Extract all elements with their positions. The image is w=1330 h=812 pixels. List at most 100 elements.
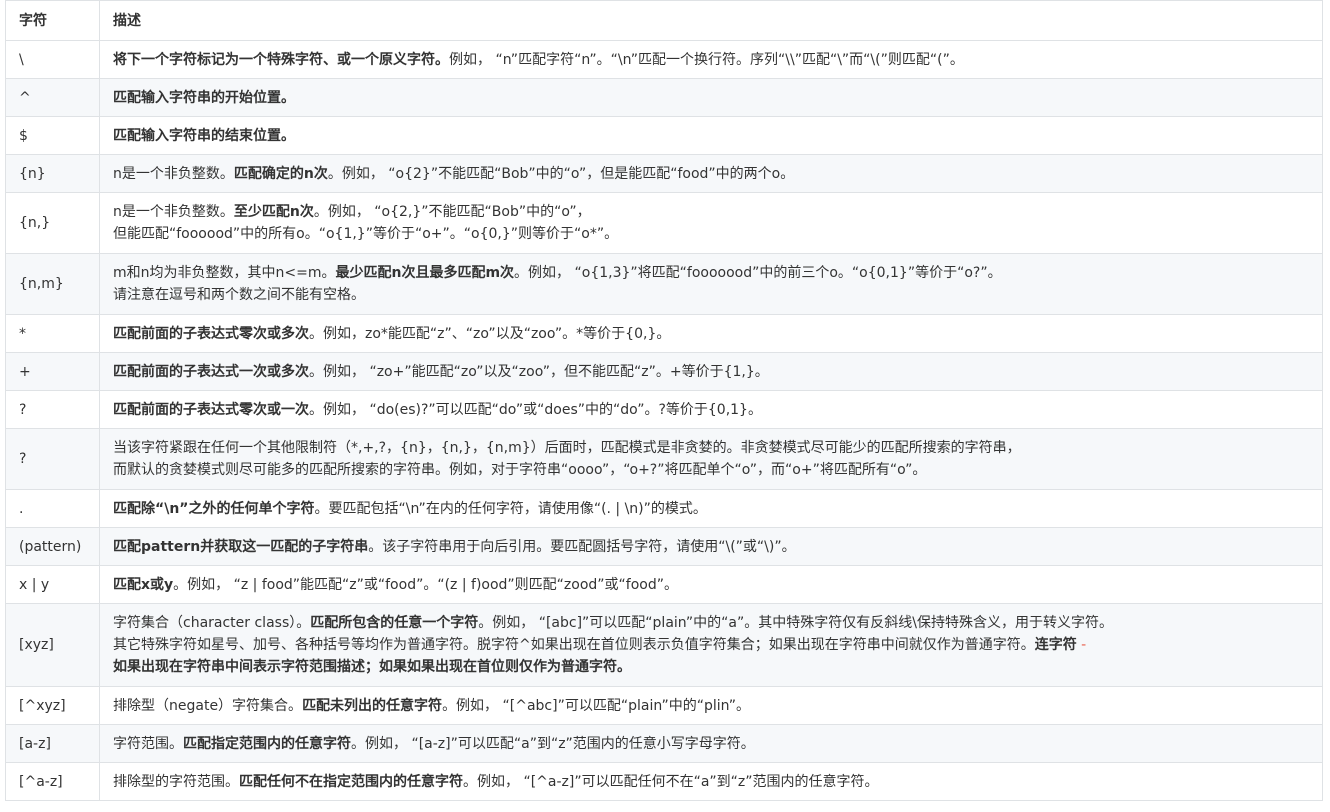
text-segment: 例如， “n”匹配字符“n”。“\n”匹配一个换行符。序列“\\”匹配“\”而“… (449, 51, 964, 68)
row-symbol: . (5, 489, 100, 528)
table-row: * 匹配前面的子表达式零次或多次。例如，zo*能匹配“z”、“zo”以及“zoo”… (5, 314, 1323, 353)
table-row: ? 当该字符紧跟在任何一个其他限制符（*,+,?，{n}，{n,}，{n,m}）后… (5, 428, 1323, 490)
description-line: 排除型的字符范围。匹配任何不在指定范围内的任意字符。例如， “[^a-z]”可以… (113, 771, 1322, 793)
row-description: 字符范围。匹配指定范围内的任意字符。例如， “[a-z]”可以匹配“a”到“z”… (99, 724, 1323, 763)
table-row: . 匹配除“\n”之外的任何单个字符。要匹配包括“\n”在内的任何字符，请使用像“… (5, 489, 1323, 528)
text-segment: 而默认的贪婪模式则尽可能多的匹配所搜索的字符串。例如，对于字符串“oooo”，“… (113, 462, 927, 478)
table-row: $ 匹配输入字符串的结束位置。 (5, 116, 1323, 155)
description-line: 而默认的贪婪模式则尽可能多的匹配所搜索的字符串。例如，对于字符串“oooo”，“… (113, 459, 1322, 481)
text-segment: 。例如， “o{2,}”不能匹配“Bob”中的“o”， (313, 204, 591, 220)
row-description: 排除型的字符范围。匹配任何不在指定范围内的任意字符。例如， “[^a-z]”可以… (99, 762, 1323, 801)
description-line: n是一个非负整数。匹配确定的n次。例如， “o{2}”不能匹配“Bob”中的“o… (113, 163, 1322, 185)
text-segment: 。例如， “[a-z]”可以匹配“a”到“z”范围内的任意小写字母字符。 (351, 735, 755, 752)
description-line: 字符范围。匹配指定范围内的任意字符。例如， “[a-z]”可以匹配“a”到“z”… (113, 733, 1322, 755)
row-symbol: $ (5, 116, 100, 155)
table-row: [xyz] 字符集合（character class）。匹配所包含的任意一个字符。… (5, 603, 1323, 687)
bold-text: 如果出现在字符串中间表示字符范围描述；如果如果出现在首位则仅作为普通字符。 (113, 659, 631, 675)
description-line: 匹配x或y。例如， “z | food”能匹配“z”或“food”。“(z | … (113, 574, 1322, 596)
description-line: n是一个非负整数。至少匹配n次。例如， “o{2,}”不能匹配“Bob”中的“o… (113, 201, 1322, 223)
table-row: {n} n是一个非负整数。匹配确定的n次。例如， “o{2}”不能匹配“Bob”中… (5, 154, 1323, 193)
text-segment: 。例如，zo*能匹配“z”、“zo”以及“zoo”。*等价于{0,}。 (309, 325, 671, 342)
header-char: 字符 (5, 0, 100, 41)
description-line: 匹配输入字符串的开始位置。 (113, 87, 1322, 109)
bold-text: 匹配前面的子表达式一次或多次 (113, 363, 309, 380)
regex-reference-table: 字符 描述 \ 将下一个字符标记为一个特殊字符、或一个原义字符。例如， “n”匹配… (5, 0, 1323, 801)
text-segment: 排除型（negate）字符集合。 (113, 697, 303, 714)
row-symbol: ^ (5, 78, 100, 117)
table-row: [^xyz] 排除型（negate）字符集合。匹配未列出的任意字符。例如， “[^… (5, 686, 1323, 725)
row-description: 匹配前面的子表达式零次或一次。例如， “do(es)?”可以匹配“do”或“do… (99, 390, 1323, 429)
bold-text: 匹配所包含的任意一个字符 (310, 615, 479, 631)
text-segment: 。要匹配包括“\n”在内的任何字符，请使用像“(. | \n)”的模式。 (314, 500, 707, 517)
bold-text: 匹配未列出的任意字符 (302, 697, 443, 714)
row-description: n是一个非负整数。匹配确定的n次。例如， “o{2}”不能匹配“Bob”中的“o… (99, 154, 1323, 193)
row-description: 将下一个字符标记为一个特殊字符、或一个原义字符。例如， “n”匹配字符“n”。“… (99, 40, 1323, 79)
table-row: ^ 匹配输入字符串的开始位置。 (5, 78, 1323, 117)
text-segment: - (1076, 637, 1087, 653)
table-row: [^a-z] 排除型的字符范围。匹配任何不在指定范围内的任意字符。例如， “[^a… (5, 762, 1323, 801)
row-symbol: (pattern) (5, 527, 100, 566)
text-segment: n是一个非负整数。 (113, 165, 234, 182)
text-segment: 。例如， “zo+”能匹配“zo”以及“zoo”，但不能匹配“z”。+等价于{1… (309, 363, 769, 380)
description-line: 当该字符紧跟在任何一个其他限制符（*,+,?，{n}，{n,}，{n,m}）后面… (113, 437, 1322, 459)
table-row: ? 匹配前面的子表达式零次或一次。例如， “do(es)?”可以匹配“do”或“d… (5, 390, 1323, 429)
description-line: 匹配输入字符串的结束位置。 (113, 125, 1322, 147)
row-description: 匹配x或y。例如， “z | food”能匹配“z”或“food”。“(z | … (99, 565, 1323, 604)
row-symbol: x | y (5, 565, 100, 604)
description-line: 请注意在逗号和两个数之间不能有空格。 (113, 284, 1322, 306)
text-segment: n是一个非负整数。 (113, 204, 234, 220)
table-row: {n,} n是一个非负整数。至少匹配n次。例如， “o{2,}”不能匹配“Bob”… (5, 192, 1323, 254)
description-line: 匹配前面的子表达式零次或一次。例如， “do(es)?”可以匹配“do”或“do… (113, 399, 1322, 421)
row-symbol: * (5, 314, 100, 353)
table-row: x | y 匹配x或y。例如， “z | food”能匹配“z”或“food”。“… (5, 565, 1323, 604)
text-segment: 。例如， “[^abc]”可以匹配“plain”中的“plin”。 (442, 697, 750, 714)
header-desc: 描述 (99, 0, 1323, 41)
bold-text: 匹配输入字符串的开始位置。 (113, 89, 295, 106)
table-row: \ 将下一个字符标记为一个特殊字符、或一个原义字符。例如， “n”匹配字符“n”。… (5, 40, 1323, 79)
row-description: 字符集合（character class）。匹配所包含的任意一个字符。例如， “… (99, 603, 1323, 687)
bold-text: 将下一个字符标记为一个特殊字符、或一个原义字符。 (113, 51, 449, 68)
bold-text: 至少匹配n次 (233, 204, 314, 220)
bold-text: 最少匹配n次且最多匹配m次 (335, 265, 515, 281)
table-row: {n,m} m和n均为非负整数，其中n<=m。最少匹配n次且最多匹配m次。例如， … (5, 253, 1323, 315)
bold-text: 匹配前面的子表达式零次或一次 (113, 401, 309, 418)
table-row: (pattern) 匹配pattern并获取这一匹配的子字符串。该子字符串用于向后… (5, 527, 1323, 566)
row-description: n是一个非负整数。至少匹配n次。例如， “o{2,}”不能匹配“Bob”中的“o… (99, 192, 1323, 254)
text-segment: 但能匹配“foooood”中的所有o。“o{1,}”等价于“o+”。“o{0,}… (113, 226, 619, 242)
description-line: m和n均为非负整数，其中n<=m。最少匹配n次且最多匹配m次。例如， “o{1,… (113, 262, 1322, 284)
table-header-row: 字符 描述 (5, 0, 1323, 41)
text-segment: m和n均为非负整数，其中n<=m。 (113, 265, 336, 281)
bold-text: 匹配pattern并获取这一匹配的子字符串 (113, 538, 369, 555)
description-line: 如果出现在字符串中间表示字符范围描述；如果如果出现在首位则仅作为普通字符。 (113, 656, 1322, 678)
row-description: 匹配前面的子表达式零次或多次。例如，zo*能匹配“z”、“zo”以及“zoo”。… (99, 314, 1323, 353)
text-segment: 其它特殊字符如星号、加号、各种括号等均作为普通字符。脱字符^如果出现在首位则表示… (113, 637, 1035, 653)
text-segment: 。例如， “[abc]”可以匹配“plain”中的“a”。其中特殊字符仅有反斜线… (478, 615, 1113, 631)
text-segment: 请注意在逗号和两个数之间不能有空格。 (113, 287, 365, 303)
text-segment: 当该字符紧跟在任何一个其他限制符（*,+,?，{n}，{n,}，{n,m}）后面… (113, 440, 1021, 456)
description-line: 将下一个字符标记为一个特殊字符、或一个原义字符。例如， “n”匹配字符“n”。“… (113, 49, 1322, 71)
bold-text: 匹配输入字符串的结束位置。 (113, 127, 295, 144)
row-symbol: {n,m} (5, 253, 100, 315)
row-description: 排除型（negate）字符集合。匹配未列出的任意字符。例如， “[^abc]”可… (99, 686, 1323, 725)
bold-text: 匹配任何不在指定范围内的任意字符 (239, 773, 463, 790)
row-description: 匹配pattern并获取这一匹配的子字符串。该子字符串用于向后引用。要匹配圆括号… (99, 527, 1323, 566)
description-line: 排除型（negate）字符集合。匹配未列出的任意字符。例如， “[^abc]”可… (113, 695, 1322, 717)
bold-text: 匹配指定范围内的任意字符 (183, 735, 351, 752)
bold-text: 匹配除“\n”之外的任何单个字符 (113, 500, 315, 517)
description-line: 匹配pattern并获取这一匹配的子字符串。该子字符串用于向后引用。要匹配圆括号… (113, 536, 1322, 558)
row-description: 匹配输入字符串的结束位置。 (99, 116, 1323, 155)
row-symbol: [^a-z] (5, 762, 100, 801)
bold-text: 匹配确定的n次 (233, 165, 328, 182)
row-symbol: {n} (5, 154, 100, 193)
row-description: m和n均为非负整数，其中n<=m。最少匹配n次且最多匹配m次。例如， “o{1,… (99, 253, 1323, 315)
row-symbol: \ (5, 40, 100, 79)
row-description: 匹配除“\n”之外的任何单个字符。要匹配包括“\n”在内的任何字符，请使用像“(… (99, 489, 1323, 528)
table-row: [a-z] 字符范围。匹配指定范围内的任意字符。例如， “[a-z]”可以匹配“a… (5, 724, 1323, 763)
text-segment: 。该子字符串用于向后引用。要匹配圆括号字符，请使用“\(”或“\)”。 (368, 538, 796, 555)
row-symbol: + (5, 352, 100, 391)
row-description: 匹配前面的子表达式一次或多次。例如， “zo+”能匹配“zo”以及“zoo”，但… (99, 352, 1323, 391)
text-segment: 字符集合（character class）。 (113, 615, 311, 631)
row-description: 当该字符紧跟在任何一个其他限制符（*,+,?，{n}，{n,}，{n,m}）后面… (99, 428, 1323, 490)
row-description: 匹配输入字符串的开始位置。 (99, 78, 1323, 117)
description-line: 但能匹配“foooood”中的所有o。“o{1,}”等价于“o+”。“o{0,}… (113, 223, 1322, 245)
